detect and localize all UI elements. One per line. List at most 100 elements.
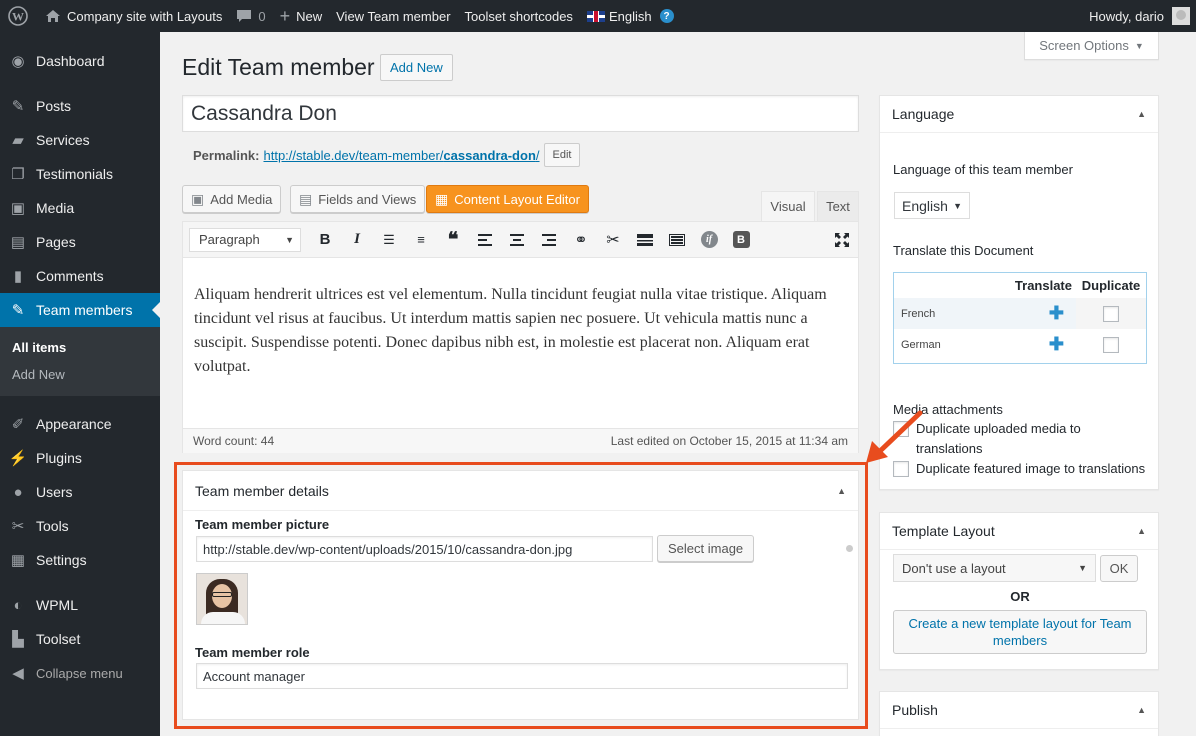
toolset-shortcodes-link[interactable]: Toolset shortcodes bbox=[458, 0, 580, 32]
align-center-icon[interactable] bbox=[501, 226, 533, 254]
language-select[interactable]: English ▼ bbox=[894, 192, 970, 219]
site-name-link[interactable]: Company site with Layouts bbox=[38, 0, 229, 32]
comment-bubble-icon bbox=[236, 9, 252, 23]
tab-visual[interactable]: Visual bbox=[761, 191, 815, 221]
blockquote-icon[interactable]: ❝ bbox=[437, 226, 469, 254]
editor-body[interactable]: Aliquam hendrerit ultrices est vel eleme… bbox=[183, 258, 858, 428]
brush-icon: ✐ bbox=[11, 416, 25, 433]
sidebar-item-users[interactable]: ● Users bbox=[0, 475, 160, 509]
wp-logo-icon[interactable]: W bbox=[0, 0, 38, 32]
wrench-icon: ✂ bbox=[11, 518, 25, 535]
or-label: OR bbox=[1010, 589, 1030, 604]
comments-link[interactable]: 0 bbox=[229, 0, 272, 32]
avatar bbox=[1172, 7, 1190, 25]
highlight-frame bbox=[174, 462, 868, 729]
media-icon: ▣ bbox=[10, 200, 26, 217]
language-switcher[interactable]: English ? bbox=[580, 0, 681, 32]
add-new-button[interactable]: Add New bbox=[380, 54, 453, 81]
translation-table: Translate Duplicate French ✚ German ✚ bbox=[893, 272, 1147, 364]
help-icon[interactable]: ? bbox=[659, 9, 674, 23]
sidebar-item-services[interactable]: ▰ Services bbox=[0, 123, 160, 157]
chevron-down-icon: ▼ bbox=[1134, 40, 1144, 51]
sliders-icon: ▦ bbox=[10, 552, 26, 569]
tab-text[interactable]: Text bbox=[817, 191, 859, 221]
user-icon: ● bbox=[13, 483, 23, 501]
translation-row-german: German ✚ bbox=[894, 329, 1146, 360]
pushpin-icon: ✎ bbox=[11, 98, 25, 115]
template-layout-header[interactable]: Template Layout ▲ bbox=[880, 513, 1158, 550]
publish-box: Publish ▲ bbox=[879, 691, 1159, 736]
dup-media-option[interactable]: Duplicate uploaded media to translations bbox=[893, 419, 1147, 459]
sidebar-item-pages[interactable]: ▤ Pages bbox=[0, 225, 160, 259]
link-icon[interactable]: ⚭ bbox=[565, 226, 597, 254]
toolset-icon: ▙ bbox=[12, 631, 24, 648]
align-right-icon[interactable] bbox=[533, 226, 565, 254]
align-left-icon[interactable] bbox=[469, 226, 501, 254]
language-box-header[interactable]: Language ▲ bbox=[880, 96, 1158, 133]
sidebar-item-team-members[interactable]: ✎ Team members bbox=[0, 293, 160, 327]
publish-header[interactable]: Publish ▲ bbox=[880, 692, 1158, 729]
bootstrap-icon[interactable]: B bbox=[725, 226, 757, 254]
plus-icon: + bbox=[279, 5, 291, 26]
submenu-add-new[interactable]: Add New bbox=[0, 361, 160, 388]
fullscreen-icon[interactable] bbox=[826, 226, 858, 254]
duplicate-checkbox[interactable] bbox=[1103, 305, 1119, 322]
my-account-link[interactable]: Howdy, dario bbox=[1082, 0, 1196, 32]
create-layout-button[interactable]: Create a new template layout for Team me… bbox=[893, 610, 1147, 654]
collapse-arrow-icon[interactable]: ▲ bbox=[1137, 109, 1146, 119]
permalink: Permalink: http://stable.dev/team-member… bbox=[193, 143, 581, 167]
layout-select[interactable]: Don't use a layout ▼ bbox=[893, 554, 1096, 582]
content-layout-editor-button[interactable]: ▦ Content Layout Editor bbox=[426, 185, 589, 213]
fields-views-button[interactable]: ▤ Fields and Views bbox=[290, 185, 426, 213]
new-content-link[interactable]: + New bbox=[273, 0, 330, 32]
sidebar-item-comments[interactable]: ▮ Comments bbox=[0, 259, 160, 293]
numbered-list-icon[interactable]: ≡ bbox=[405, 226, 437, 254]
collapse-arrow-icon[interactable]: ▲ bbox=[1137, 526, 1146, 536]
permalink-link[interactable]: http://stable.dev/team-member/cassandra-… bbox=[263, 148, 539, 163]
add-media-button[interactable]: ▣ Add Media bbox=[182, 185, 282, 213]
sidebar-item-tools[interactable]: ✂ Tools bbox=[0, 509, 160, 543]
toolbar-toggle-icon[interactable] bbox=[661, 226, 693, 254]
sidebar-item-settings[interactable]: ▦ Settings bbox=[0, 543, 160, 577]
sidebar-item-dashboard[interactable]: ◉ Dashboard bbox=[0, 44, 160, 78]
read-more-icon[interactable] bbox=[629, 226, 661, 254]
sidebar-item-posts[interactable]: ✎ Posts bbox=[0, 89, 160, 123]
conditional-icon[interactable]: if bbox=[693, 226, 725, 254]
bullet-list-icon[interactable]: ☰ bbox=[373, 226, 405, 254]
edit-slug-button[interactable]: Edit bbox=[543, 143, 581, 167]
collapse-menu-button[interactable]: ◀ Collapse menu bbox=[0, 656, 160, 690]
bold-icon[interactable]: B bbox=[309, 226, 341, 254]
template-layout-box: Template Layout ▲ Don't use a layout ▼ O… bbox=[879, 512, 1159, 670]
sidebar-item-toolset[interactable]: ▙ Toolset bbox=[0, 622, 160, 656]
screen-options-button[interactable]: Screen Options ▼ bbox=[1024, 32, 1159, 60]
ok-button[interactable]: OK bbox=[1100, 555, 1138, 582]
admin-bar: W Company site with Layouts 0 + New View… bbox=[0, 0, 1196, 32]
add-translation-icon[interactable]: ✚ bbox=[1049, 303, 1064, 324]
admin-sidebar: ◉ Dashboard ✎ Posts ▰ Services ❐ Testimonial… bbox=[0, 32, 160, 736]
media-icon: ▣ bbox=[191, 190, 205, 207]
italic-icon[interactable]: I bbox=[341, 226, 373, 254]
collapse-arrow-icon[interactable]: ▲ bbox=[1137, 705, 1146, 715]
duplicate-checkbox[interactable] bbox=[1103, 336, 1119, 353]
post-title-input[interactable] bbox=[182, 95, 859, 132]
unlink-icon[interactable]: ✂ bbox=[597, 226, 629, 254]
language-of-label: Language of this team member bbox=[893, 162, 1073, 177]
editor-toolbar: Paragraph ▼ B I ☰ ≡ ❝ ⚭ ✂ if B bbox=[183, 222, 858, 258]
sidebar-item-appearance[interactable]: ✐ Appearance bbox=[0, 407, 160, 441]
sidebar-item-testimonials[interactable]: ❐ Testimonials bbox=[0, 157, 160, 191]
sidebar-item-wpml[interactable]: ◐ WPML bbox=[0, 588, 160, 622]
dup-featured-option[interactable]: Duplicate featured image to translations bbox=[893, 459, 1145, 479]
chevron-down-icon: ▼ bbox=[285, 234, 294, 245]
page-icon: ▤ bbox=[10, 234, 26, 251]
format-select[interactable]: Paragraph ▼ bbox=[189, 227, 301, 252]
add-translation-icon[interactable]: ✚ bbox=[1049, 334, 1064, 355]
sidebar-item-media[interactable]: ▣ Media bbox=[0, 191, 160, 225]
sidebar-item-plugins[interactable]: ⚡ Plugins bbox=[0, 441, 160, 475]
word-count: Word count: 44 bbox=[193, 434, 275, 448]
translate-doc-label: Translate this Document bbox=[893, 243, 1034, 258]
view-team-member-link[interactable]: View Team member bbox=[329, 0, 457, 32]
home-icon bbox=[45, 9, 61, 23]
submenu-all-items[interactable]: All items bbox=[0, 334, 160, 361]
translation-table-header: Translate Duplicate bbox=[1014, 278, 1141, 293]
wpml-icon: ◐ bbox=[13, 596, 23, 614]
